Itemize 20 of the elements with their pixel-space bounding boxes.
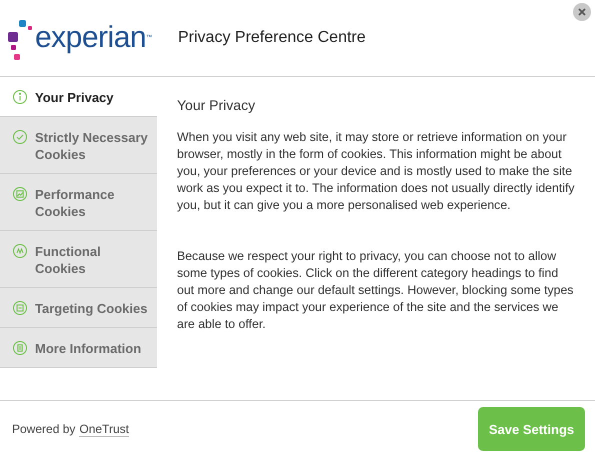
sidebar-item[interactable]: Functional Cookies bbox=[0, 231, 157, 288]
paragraph: Because we respect your right to privacy, you can choose not to allow some types of cookies. Click on the different category headings to find out more and change our default settings. However, blocking some types of cookies may impact your experience of the site and the services we are able to offer. bbox=[177, 248, 574, 333]
category-icon bbox=[12, 89, 28, 105]
section-heading: Your Privacy bbox=[177, 97, 256, 113]
sidebar-item[interactable]: Strictly Necessary Cookies bbox=[0, 117, 157, 174]
save-settings-button[interactable]: Save Settings bbox=[478, 407, 585, 451]
paragraph: When you visit any web site, it may store or retrieve information on your browser, mostly in the form of cookies. This information might be about you, your preferences or your device and is mostly used to make the site work as you expect it to. The information does not usually directly identify you, but it can give you a more personalised web experience. bbox=[177, 129, 575, 214]
sidebar-item[interactable]: Targeting Cookies bbox=[0, 288, 157, 328]
onetrust-link[interactable]: OneTrust bbox=[79, 422, 129, 436]
powered-by-text: Powered by bbox=[12, 422, 76, 436]
close-icon[interactable] bbox=[573, 3, 591, 21]
category-icon bbox=[12, 129, 28, 145]
category-icon bbox=[12, 186, 28, 202]
dialog-title: Privacy Preference Centre bbox=[178, 29, 366, 47]
category-icon bbox=[12, 300, 28, 316]
category-icon bbox=[12, 243, 28, 259]
sidebar-item[interactable]: Performance Cookies bbox=[0, 174, 157, 231]
logo-text: experian bbox=[35, 23, 146, 53]
sidebar-item[interactable]: More Information bbox=[0, 328, 157, 368]
category-icon bbox=[12, 340, 28, 356]
